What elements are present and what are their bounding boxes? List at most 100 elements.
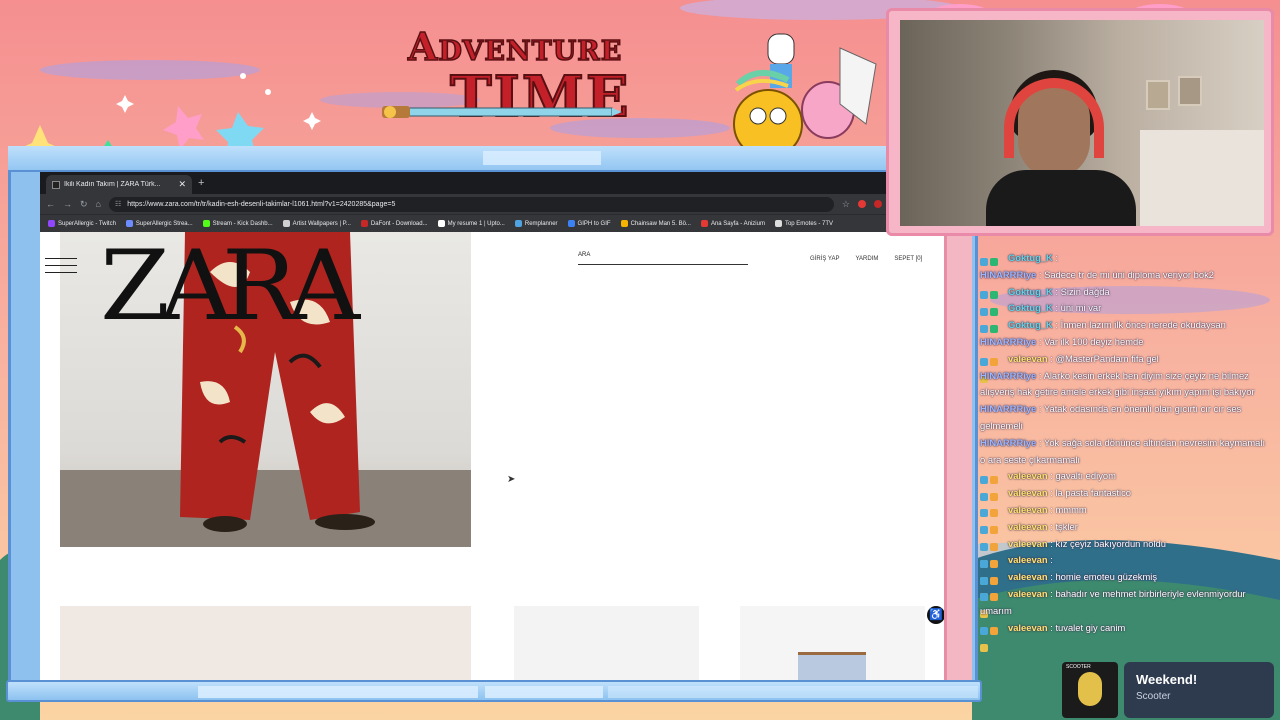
bookmark-favicon-icon xyxy=(202,220,210,227)
cart-link[interactable]: SEPET [0] xyxy=(894,256,922,262)
chat-message: HINARRRiye : Var ilk 100 deyiz hemde xyxy=(980,334,1270,351)
chat-username[interactable]: valeevan xyxy=(1008,470,1048,481)
chat-message: valeevan : tşkler xyxy=(980,519,1270,552)
chat-text: üni mi var xyxy=(1060,302,1102,314)
chat-username[interactable]: valeevan xyxy=(1008,487,1048,498)
user-badges-icon xyxy=(980,574,1008,602)
login-link[interactable]: GİRİŞ YAP xyxy=(810,256,839,262)
user-badges-icon xyxy=(980,624,1008,652)
bookmark-favicon-icon xyxy=(360,220,368,227)
user-badges-icon xyxy=(980,255,1008,266)
bookmark-item[interactable]: SuperAllergic Strea... xyxy=(125,220,193,227)
adventure-time-logo: Adventure TIME xyxy=(378,20,630,132)
bookmark-label: DaFont - Download... xyxy=(370,220,428,227)
chat-username[interactable]: HINARRRiye xyxy=(980,437,1036,448)
chat-message: valeevan : tuvalet giy canim xyxy=(980,620,1270,652)
bookmarks-bar: SuperAllergic - Twitch SuperAllergic Stre… xyxy=(40,214,888,232)
back-icon[interactable]: ← xyxy=(46,199,55,209)
chat-username[interactable]: valeevan xyxy=(1008,504,1048,515)
address-bar[interactable]: ☷ https://www.zara.com/tr/tr/kadin-esh-d… xyxy=(108,196,834,212)
chat-username[interactable]: Goktug_K xyxy=(1008,252,1053,263)
bookmark-label: My resume 1 | Upto... xyxy=(447,220,505,227)
bookmark-item[interactable]: GIPH to GIF xyxy=(567,220,611,227)
bookmark-item[interactable]: My resume 1 | Upto... xyxy=(437,220,505,227)
bookmark-favicon-icon xyxy=(774,220,782,227)
new-tab-icon[interactable]: + xyxy=(198,177,204,189)
home-icon[interactable]: ⌂ xyxy=(96,199,101,209)
chat-message: HINARRRiye : Sadece tr de mi üni diploma… xyxy=(980,267,1270,284)
chat-message: Goktug_K : xyxy=(980,250,1270,267)
streamer-body xyxy=(986,170,1136,226)
chat-message: valeevan : xyxy=(980,552,1270,585)
bookmark-item[interactable]: Remplanner xyxy=(514,220,558,227)
bookmark-item[interactable]: Artist Wallpapers | P... xyxy=(282,220,351,227)
forward-icon[interactable]: → xyxy=(63,199,72,209)
chat-text: mmmm xyxy=(1055,503,1087,515)
chat-username[interactable]: HINARRRiye xyxy=(980,336,1036,347)
user-badges-icon xyxy=(980,473,1008,501)
bookmark-label: GIPH to GIF xyxy=(577,220,611,227)
help-link[interactable]: YARDIM xyxy=(855,256,878,262)
adventure-time-characters-illustration xyxy=(733,33,877,159)
chat-username[interactable]: valeevan xyxy=(1008,588,1048,599)
chat-username[interactable]: valeevan xyxy=(1008,521,1048,532)
product-card[interactable] xyxy=(740,606,925,680)
chat-separator: : xyxy=(1036,268,1045,280)
chat-username[interactable]: HINARRRiye xyxy=(980,403,1036,414)
chat-username[interactable]: HINARRRiye xyxy=(980,370,1036,381)
zara-logo[interactable]: ZARA xyxy=(100,238,360,334)
chat-message: Goktug_K : Sizin dağda xyxy=(980,284,1270,301)
chat-username[interactable]: Goktug_K xyxy=(1008,319,1053,330)
chat-username[interactable]: valeevan xyxy=(1008,538,1048,549)
header-links: GİRİŞ YAP YARDIM SEPET [0] xyxy=(810,256,922,262)
reload-icon[interactable]: ↻ xyxy=(80,199,88,210)
chat-username[interactable]: valeevan xyxy=(1008,554,1048,565)
bookmark-favicon-icon xyxy=(514,220,522,227)
url-text: https://www.zara.com/tr/tr/kadin-esh-des… xyxy=(127,200,396,208)
frame-top-bar xyxy=(8,146,978,172)
wall-frame xyxy=(1178,76,1202,106)
chat-username[interactable]: valeevan xyxy=(1008,622,1048,633)
chat-message: valeevan : la pasta fantastico xyxy=(980,485,1270,518)
chat-separator: : xyxy=(1052,285,1061,297)
extension-icon[interactable] xyxy=(858,200,866,208)
bookmark-item[interactable]: Stream - Kick Dashb... xyxy=(202,220,273,227)
frame-bottom-bar xyxy=(6,680,982,702)
menu-hamburger-icon[interactable] xyxy=(45,258,77,276)
bookmark-label: Remplanner xyxy=(524,220,558,227)
profile-icon[interactable] xyxy=(874,200,882,208)
chat-message: valeevan : @MasterPandam fifa gel xyxy=(980,351,1270,384)
overlay-side-strip xyxy=(944,232,972,702)
close-tab-icon[interactable]: ✕ xyxy=(178,179,186,190)
bookmark-favicon-icon xyxy=(282,220,290,227)
chat-separator: : xyxy=(1047,554,1053,566)
accessibility-icon[interactable]: ♿ xyxy=(927,606,944,624)
user-badges-icon xyxy=(980,557,1008,585)
site-info-icon[interactable]: ☷ xyxy=(115,200,121,208)
tab-zara[interactable]: İkili Kadın Takım | ZARA Türk... ✕ xyxy=(46,175,192,194)
wall-frame xyxy=(1146,80,1170,110)
chat-separator: : xyxy=(1052,252,1059,263)
chat-panel: Goktug_K : HINARRRiye : Sadece tr de mi … xyxy=(980,250,1270,652)
user-badges-icon xyxy=(980,590,1008,619)
chat-username[interactable]: Goktug_K xyxy=(1008,286,1053,297)
chat-username[interactable]: Goktug_K xyxy=(1008,302,1053,313)
chat-separator: : xyxy=(1052,302,1061,314)
song-artist: Scooter xyxy=(1136,691,1171,702)
bookmark-item[interactable]: DaFont - Download... xyxy=(360,220,428,227)
chat-username[interactable]: valeevan xyxy=(1008,353,1048,364)
product-card[interactable] xyxy=(60,606,471,680)
bookmark-item[interactable]: Ana Sayfa - Anizium xyxy=(700,220,765,227)
zara-page: ZARA ARA GİRİŞ YAP YARDIM SEPET [0] ➤ ♿ xyxy=(40,232,944,680)
bookmark-item[interactable]: Top Emotes - 7TV xyxy=(774,220,833,227)
bookmark-item[interactable]: SuperAllergic - Twitch xyxy=(48,220,116,227)
search-input[interactable]: ARA xyxy=(578,252,748,265)
webcam-feed xyxy=(900,20,1264,226)
chat-message: valeevan : bahadır ve mehmet birbirleriy… xyxy=(980,586,1270,620)
chat-message: valeevan : gavaltı ediyom xyxy=(980,468,1270,501)
chat-username[interactable]: valeevan xyxy=(1008,571,1048,582)
bookmark-item[interactable]: Chainsaw Man 5. Bö... xyxy=(620,220,691,227)
chat-username[interactable]: HINARRRiye xyxy=(980,269,1036,280)
product-card[interactable] xyxy=(514,606,699,680)
bookmark-star-icon[interactable]: ☆ xyxy=(842,199,850,210)
